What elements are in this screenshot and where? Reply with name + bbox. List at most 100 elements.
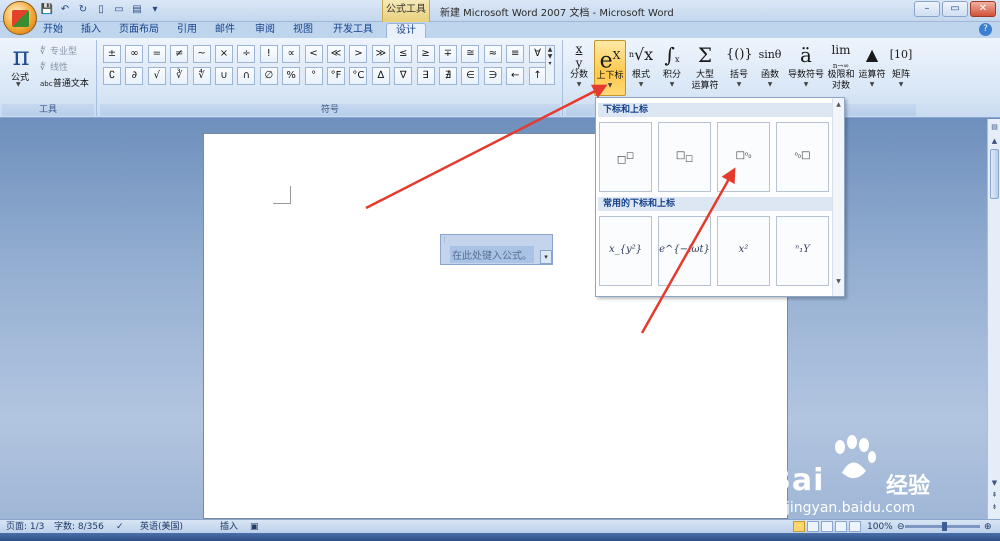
normal-text-button[interactable]: abc 普通文本 [40,76,89,89]
chevron-down-icon[interactable]: ▼ [16,81,21,88]
draft-view-icon[interactable] [849,521,861,532]
symbol-button[interactable]: ≅ [461,45,480,63]
symbol-button[interactable]: ∞ [125,45,144,63]
tab-page-layout[interactable]: 页面布局 [112,23,166,38]
print-preview-icon[interactable]: ▭ [112,3,126,17]
symbol-button[interactable]: ÷ [237,45,256,63]
symbol-button[interactable]: ∆ [371,67,390,85]
scroll-up-icon[interactable]: ▲ [988,137,1000,145]
gallery-sub-superscript[interactable]: □⁰₀ [717,122,770,192]
tab-home[interactable]: 开始 [38,23,68,38]
gallery-common-3[interactable]: x² [717,216,770,286]
symbol-button[interactable]: ∝ [282,45,301,63]
symbol-button[interactable]: ∁ [103,67,121,85]
next-page-icon[interactable]: ⇟ [988,503,1000,511]
page-count[interactable]: 页面: 1/3 [6,521,44,533]
symbol-button[interactable]: < [304,45,323,63]
bracket-button[interactable]: {()} 括号 ▼ [726,40,753,96]
redo-icon[interactable]: ↻ [76,3,90,17]
tab-developer[interactable]: 开发工具 [328,23,378,38]
print-layout-view-icon[interactable] [793,521,805,532]
customize-qat-icon[interactable]: ▾ [148,3,162,17]
equation-handle-icon[interactable]: ⋮ [441,235,448,245]
symbols-scroll[interactable]: ▲ ▼ ▾ [545,45,555,85]
equation-options-button[interactable]: ▾ [540,250,552,264]
scroll-down-icon[interactable]: ▼ [988,479,1000,487]
symbol-button[interactable]: ≈ [483,45,502,63]
tab-references[interactable]: 引用 [172,23,202,38]
tab-review[interactable]: 审阅 [250,23,280,38]
zoom-in-icon[interactable]: ⊕ [984,521,992,533]
close-button[interactable]: ✕ [970,1,996,17]
minimize-button[interactable]: – [914,1,940,17]
professional-format-button[interactable]: ∜ 专业型 [40,44,77,57]
web-layout-icon[interactable] [821,521,833,532]
word-count[interactable]: 字数: 8/356 [54,521,104,533]
symbol-button[interactable]: ∃ [416,67,435,85]
symbol-button[interactable]: × [215,45,233,63]
undo-icon[interactable]: ↶ [58,3,72,17]
symbol-button[interactable]: ∩ [237,67,256,85]
maximize-button[interactable]: ▭ [942,1,968,17]
symbol-button[interactable]: ← [506,67,525,85]
tab-insert[interactable]: 插入 [76,23,106,38]
symbol-button[interactable]: ∀ [528,45,547,63]
symbol-button[interactable]: ≪ [327,45,345,63]
ruler-toggle-icon[interactable]: ▤ [988,123,1000,131]
symbol-button[interactable]: % [282,67,301,85]
symbol-button[interactable]: ≫ [371,45,390,63]
symbol-button[interactable]: ∅ [259,67,278,85]
symbol-button[interactable]: ≠ [170,45,189,63]
equation-placeholder[interactable]: 在此处键入公式。 [450,246,534,263]
symbol-button[interactable]: ° [304,67,323,85]
gallery-left-sub-superscript[interactable]: ⁰₀□ [776,122,829,192]
prev-page-icon[interactable]: ⇞ [988,491,1000,499]
gallery-subscript[interactable]: □□ [658,122,711,192]
gallery-common-2[interactable]: e^{−iωt} [658,216,711,286]
symbol-button[interactable]: ∈ [461,67,480,85]
symbol-button[interactable]: ≤ [394,45,413,63]
language-indicator[interactable]: 英语(美国) [140,521,183,533]
insert-mode[interactable]: 插入 [220,521,238,533]
radical-button[interactable]: n√x 根式 ▼ [628,40,654,96]
symbol-button[interactable]: > [349,45,368,63]
scroll-thumb[interactable] [990,149,999,199]
limit-log-button[interactable]: lim n→∞ 极限和 对数 [826,40,856,96]
symbol-button[interactable]: ! [259,45,278,63]
script-button[interactable]: eX 上下标 ▼ [594,40,626,96]
zoom-slider-thumb[interactable] [942,522,947,531]
vertical-scrollbar[interactable]: ▤ ▲ ▼ ⇞ ⇟ [987,119,1000,519]
gallery-superscript[interactable]: □□ [599,122,652,192]
zoom-level[interactable]: 100% [867,521,893,533]
macro-record-icon[interactable]: ▣ [250,521,259,533]
large-operator-button[interactable]: Σ 大型 运算符 [688,40,722,96]
gallery-common-1[interactable]: x_{y²} [599,216,652,286]
office-button[interactable] [3,1,37,35]
print-icon[interactable]: ▤ [130,3,144,17]
symbol-button[interactable]: ~ [192,45,211,63]
symbol-button[interactable]: ∜ [192,67,211,85]
accent-button[interactable]: ä 导数符号 ▼ [786,40,826,96]
tab-mailings[interactable]: 邮件 [210,23,240,38]
symbol-button[interactable]: ∄ [439,67,457,85]
symbol-button[interactable]: ± [103,45,121,63]
new-document-icon[interactable]: ▯ [94,3,108,17]
outline-view-icon[interactable] [835,521,847,532]
fraction-button[interactable]: xy 分数 ▼ [566,40,592,96]
symbol-button[interactable]: ∓ [439,45,457,63]
symbol-button[interactable]: ∂ [125,67,144,85]
symbol-button[interactable]: ∪ [215,67,233,85]
symbol-button[interactable]: ≡ [506,45,525,63]
tab-design[interactable]: 设计 [386,23,426,38]
matrix-button[interactable]: [10] 矩阵 ▼ [888,40,914,96]
symbol-button[interactable]: °C [349,67,368,85]
gallery-scrollbar[interactable]: ▲ ▼ [832,98,844,296]
gallery-common-4[interactable]: ⁿ₁Y [776,216,829,286]
zoom-out-icon[interactable]: ⊖ [897,521,905,533]
symbol-button[interactable]: √ [147,67,166,85]
symbol-button[interactable]: ≥ [416,45,435,63]
symbol-button[interactable]: ∋ [483,67,502,85]
proofing-icon[interactable]: ✓ [116,521,124,533]
tab-view[interactable]: 视图 [288,23,318,38]
help-icon[interactable]: ? [979,23,992,36]
